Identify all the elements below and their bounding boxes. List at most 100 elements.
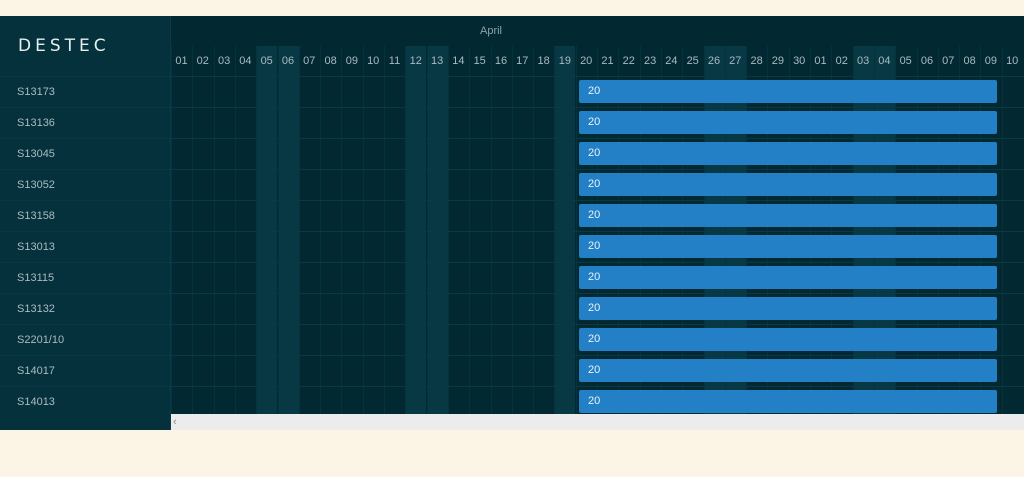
day-column: [320, 46, 341, 414]
brand-title: DESTEC: [18, 36, 110, 56]
day-header: 19: [558, 55, 572, 67]
day-column: [426, 46, 448, 414]
resource-sidebar: DESTEC S13173 S13136 S13045 S13052 S13158 S13…: [0, 16, 171, 430]
day-header: 27: [729, 55, 742, 67]
row-divider: [171, 324, 1024, 325]
day-header: 10: [367, 55, 380, 67]
day-column: [405, 46, 427, 414]
row-divider: [171, 76, 1024, 77]
day-header: 28: [750, 55, 763, 67]
day-header: 25: [686, 55, 699, 67]
day-header: 14: [452, 55, 465, 67]
task-bar[interactable]: 20: [579, 142, 997, 165]
day-header: 02: [196, 55, 209, 67]
day-column: [1001, 46, 1023, 414]
day-header: 16: [494, 55, 508, 67]
day-column: [277, 46, 299, 414]
resource-row-label[interactable]: S13173: [0, 76, 170, 107]
month-label: April: [479, 25, 502, 37]
day-header: 12: [409, 55, 422, 67]
day-header: 01: [175, 55, 188, 67]
day-column: [469, 46, 490, 414]
day-column: [341, 46, 362, 414]
timeline: April 01 02 03 04 05 06 07 08 09 10 11 12 13 14 15 16 17…: [171, 16, 1024, 430]
resource-row-label[interactable]: S13136: [0, 107, 170, 138]
resource-row-label[interactable]: S13052: [0, 169, 170, 200]
resource-row-label[interactable]: S13132: [0, 293, 170, 324]
task-bar[interactable]: 20: [579, 235, 997, 258]
row-divider: [171, 386, 1024, 387]
day-header: 24: [665, 55, 678, 67]
day-header: 02: [835, 55, 848, 67]
day-header: 07: [942, 55, 955, 67]
resource-row-label[interactable]: S14013: [0, 386, 170, 417]
day-column: [447, 46, 469, 414]
day-header: 03: [856, 55, 870, 67]
row-divider: [171, 169, 1024, 170]
day-column: [511, 46, 533, 414]
task-bar[interactable]: 20: [579, 80, 997, 103]
day-column: [554, 46, 576, 414]
day-header: 20: [580, 55, 593, 67]
day-header: 17: [516, 55, 529, 67]
day-header: 06: [281, 55, 295, 67]
day-column: [171, 46, 192, 414]
resource-row-label[interactable]: S2201/10: [0, 324, 170, 355]
row-divider: [171, 138, 1024, 139]
task-bar[interactable]: 20: [579, 204, 997, 227]
day-column: [490, 46, 512, 414]
day-header: 23: [643, 55, 657, 67]
day-column: [234, 46, 256, 414]
task-bar[interactable]: 20: [579, 266, 997, 289]
resource-row-label[interactable]: S13013: [0, 231, 170, 262]
task-bar[interactable]: 20: [579, 359, 997, 382]
resource-row-label[interactable]: S13045: [0, 138, 170, 169]
row-divider: [171, 107, 1024, 108]
day-header: 07: [303, 55, 316, 67]
day-header: 08: [324, 55, 337, 67]
day-header: 15: [473, 55, 486, 67]
day-column: [213, 46, 235, 414]
day-header: 29: [771, 55, 785, 67]
day-header: 04: [239, 55, 252, 67]
row-divider: [171, 231, 1024, 232]
day-header: 26: [707, 55, 721, 67]
row-divider: [171, 355, 1024, 356]
day-header: 01: [814, 55, 827, 67]
day-header: 10: [1006, 55, 1019, 67]
day-header: 30: [793, 55, 806, 67]
day-column: [192, 46, 213, 414]
resource-row-label[interactable]: S13158: [0, 200, 170, 231]
row-divider: [171, 200, 1024, 201]
day-column: [384, 46, 405, 414]
task-bar[interactable]: 20: [579, 328, 997, 351]
horizontal-scrollbar[interactable]: ‹: [171, 414, 1024, 430]
resource-row-label[interactable]: S13115: [0, 262, 170, 293]
day-header: 22: [622, 55, 635, 67]
day-header: 05: [899, 55, 912, 67]
day-column: [256, 46, 278, 414]
row-divider: [171, 293, 1024, 294]
day-header: 18: [537, 55, 550, 67]
day-header: 13: [430, 55, 444, 67]
resource-row-label[interactable]: S14017: [0, 355, 170, 386]
day-header: 05: [260, 55, 273, 67]
day-column: [533, 46, 554, 414]
scroll-left-icon[interactable]: ‹: [173, 414, 177, 430]
day-header: 04: [878, 55, 891, 67]
day-column: [298, 46, 320, 414]
day-header: 06: [920, 55, 934, 67]
day-header: 03: [217, 55, 231, 67]
day-header: 21: [601, 55, 614, 67]
day-header: 09: [345, 55, 359, 67]
day-header: 11: [388, 55, 401, 67]
task-bar[interactable]: 20: [579, 297, 997, 320]
day-column: [362, 46, 384, 414]
day-header: 08: [963, 55, 976, 67]
task-bar[interactable]: 20: [579, 390, 997, 413]
gantt-chart: DESTEC S13173 S13136 S13045 S13052 S13158 S13…: [0, 16, 1024, 430]
task-bar[interactable]: 20: [579, 173, 997, 196]
row-divider: [171, 262, 1024, 263]
task-bar[interactable]: 20: [579, 111, 997, 134]
day-header: 09: [984, 55, 998, 67]
